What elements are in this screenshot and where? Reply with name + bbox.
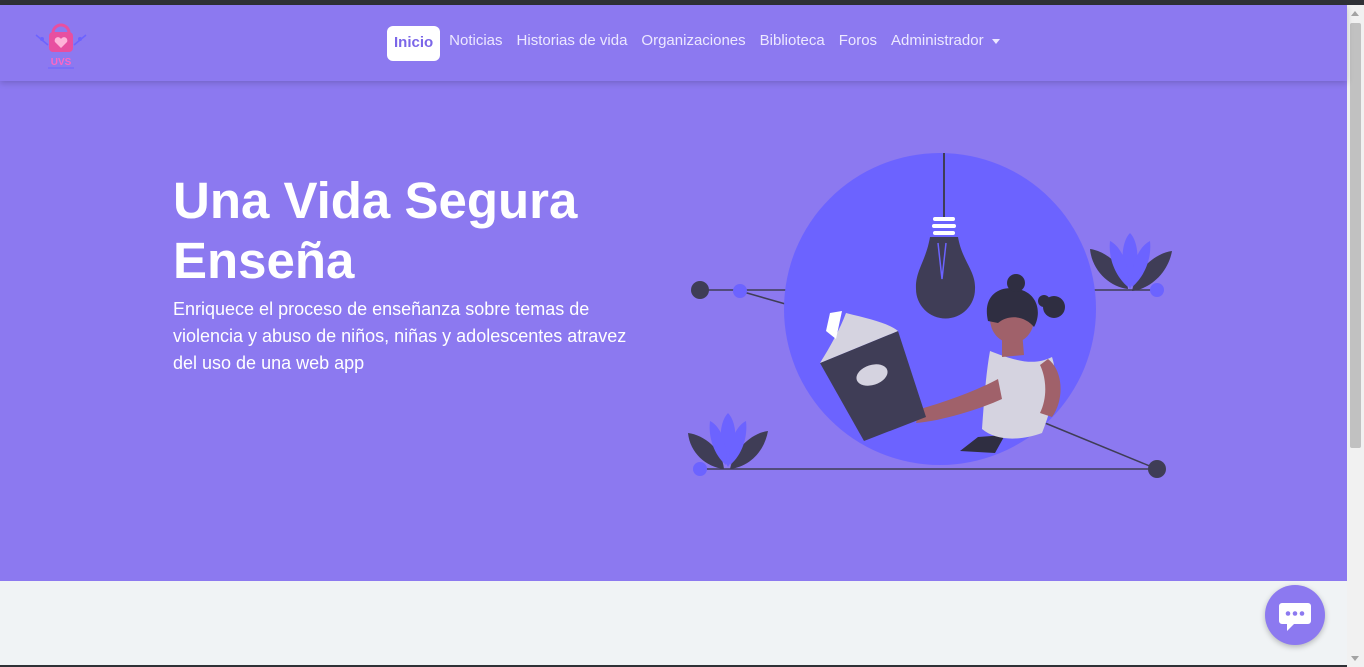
- chat-bubble-icon: [1279, 603, 1311, 631]
- nav-item-organizaciones[interactable]: Organizaciones: [634, 26, 752, 61]
- svg-text:UVS: UVS: [51, 57, 72, 68]
- scrollbar[interactable]: [1347, 5, 1364, 667]
- scrollbar-thumb[interactable]: [1350, 23, 1361, 448]
- nav-item-label: Foros: [838, 32, 878, 49]
- nav-item-label: Administrador: [891, 32, 984, 49]
- nav-item-label: Noticias: [449, 32, 503, 49]
- nav-item-label: Organizaciones: [641, 32, 746, 49]
- content-section: [0, 581, 1347, 667]
- logo[interactable]: UVS: [34, 19, 88, 71]
- hero-section: Una Vida Segura Enseña Enriquece el proc…: [0, 81, 1347, 581]
- nav-item-foros[interactable]: Foros: [832, 26, 884, 61]
- nav-item-noticias[interactable]: Noticias: [442, 26, 509, 61]
- hero-subtitle: Enriquece el proceso de enseñanza sobre …: [173, 299, 627, 373]
- nav-item-administrador-dropdown[interactable]: Administrador: [884, 26, 1007, 61]
- scroll-up-arrow-icon[interactable]: [1351, 11, 1359, 16]
- scroll-down-arrow-icon[interactable]: [1351, 656, 1359, 661]
- nav-item-label: Inicio: [394, 34, 434, 51]
- nav-item-inicio[interactable]: Inicio: [387, 26, 441, 61]
- woman-reading-book-illustration: [688, 153, 1172, 478]
- lock-heart-icon: UVS: [35, 23, 87, 69]
- hero-title: Una Vida Segura Enseña: [173, 172, 578, 289]
- nav-item-historias-de-vida[interactable]: Historias de vida: [510, 26, 635, 61]
- chat-button[interactable]: [1265, 585, 1325, 645]
- caret-down-icon: [991, 38, 1000, 44]
- nav-item-label: Historias de vida: [516, 32, 628, 49]
- nav-item-biblioteca[interactable]: Biblioteca: [753, 26, 832, 61]
- main-nav: Inicio Noticias Historias de vida Organi…: [387, 26, 1007, 61]
- nav-item-label: Biblioteca: [759, 32, 825, 49]
- navbar: UVS Inicio Noticias Historias de vida Or…: [0, 5, 1347, 81]
